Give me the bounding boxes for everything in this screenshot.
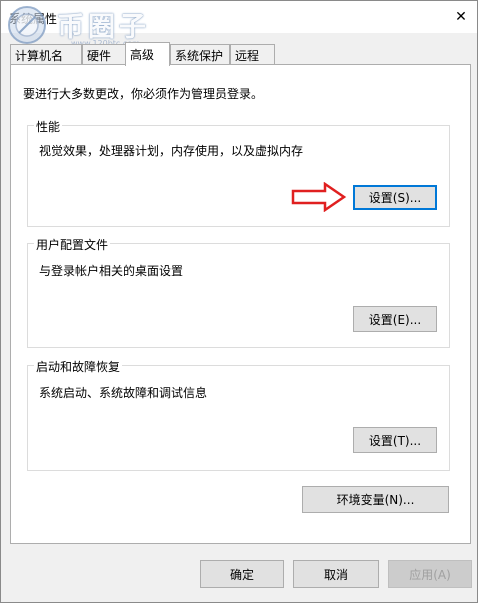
- performance-group: 性能 视觉效果，处理器计划，内存使用，以及虚拟内存: [27, 118, 450, 227]
- apply-button[interactable]: 应用(A): [388, 560, 472, 588]
- tab-hardware[interactable]: 硬件: [82, 44, 127, 64]
- startup-recovery-description: 系统启动、系统故障和调试信息: [39, 386, 208, 400]
- admin-notice: 要进行大多数更改，你必须作为管理员登录。: [23, 87, 264, 101]
- close-icon[interactable]: ✕: [445, 1, 477, 33]
- user-profiles-settings-button[interactable]: 设置(E)...: [353, 306, 437, 332]
- tab-remote[interactable]: 远程: [230, 44, 275, 64]
- startup-recovery-settings-button[interactable]: 设置(T)...: [353, 427, 437, 453]
- startup-recovery-group: 启动和故障恢复 系统启动、系统故障和调试信息: [27, 358, 450, 471]
- watermark-logo-icon: [8, 6, 46, 44]
- performance-description: 视觉效果，处理器计划，内存使用，以及虚拟内存: [39, 144, 304, 158]
- user-profiles-group: 用户配置文件 与登录帐户相关的桌面设置: [27, 236, 450, 348]
- user-profiles-title: 用户配置文件: [34, 236, 111, 253]
- tab-system-protection[interactable]: 系统保护: [170, 44, 230, 64]
- annotation-arrow-icon: [291, 182, 347, 212]
- performance-title: 性能: [34, 118, 63, 135]
- startup-recovery-title: 启动和故障恢复: [34, 358, 123, 375]
- tab-advanced[interactable]: 高级: [125, 42, 170, 66]
- performance-settings-button[interactable]: 设置(S)...: [353, 185, 437, 210]
- user-profiles-description: 与登录帐户相关的桌面设置: [39, 264, 184, 278]
- system-properties-window: 系统属性 ✕ 币圈子 www.120btc.com 计算机名 硬件 高级 系统保…: [0, 0, 478, 603]
- tab-computer-name[interactable]: 计算机名: [10, 44, 82, 64]
- ok-button[interactable]: 确定: [200, 560, 284, 588]
- environment-variables-button[interactable]: 环境变量(N)...: [302, 486, 449, 513]
- cancel-button[interactable]: 取消: [293, 560, 379, 588]
